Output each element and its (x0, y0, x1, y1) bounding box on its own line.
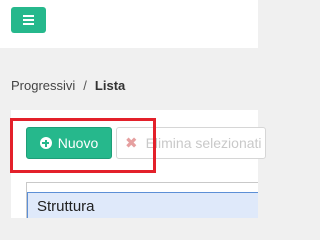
highlight-box (10, 118, 156, 173)
breadcrumb-separator: / (83, 78, 87, 93)
top-bar (0, 0, 258, 48)
hamburger-icon (23, 15, 34, 17)
breadcrumb-parent-link[interactable]: Progressivi (11, 78, 75, 93)
breadcrumb: Progressivi / Lista (11, 78, 125, 93)
hamburger-menu-button[interactable] (11, 7, 46, 33)
breadcrumb-current: Lista (94, 78, 126, 93)
table-header-struttura[interactable]: Struttura (27, 192, 258, 218)
delete-selected-label: Elimina selezionati (145, 135, 262, 151)
